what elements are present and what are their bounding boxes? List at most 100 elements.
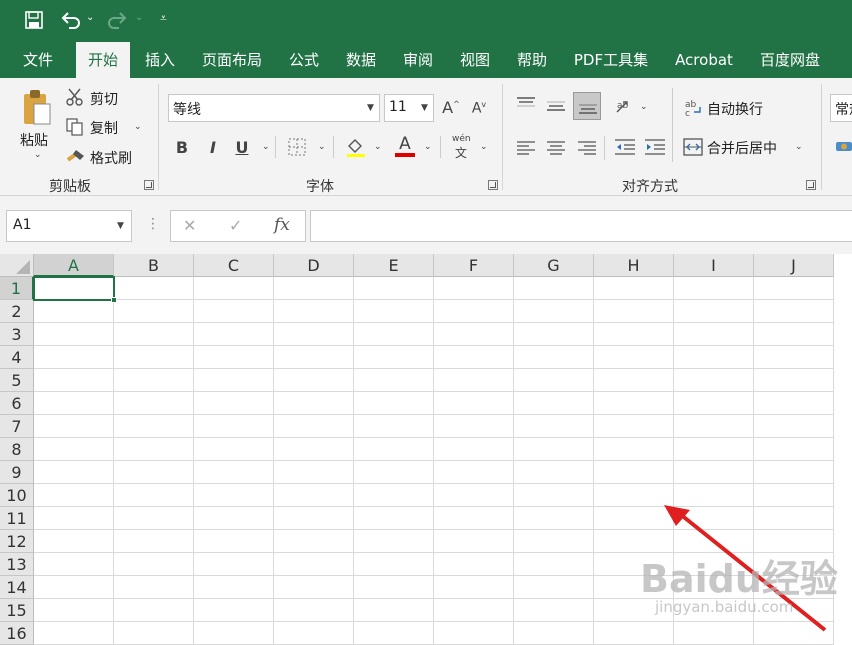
cell[interactable]	[34, 553, 114, 576]
row-header[interactable]: 8	[0, 438, 34, 461]
merge-dropdown-icon[interactable]: ⌄	[795, 142, 803, 152]
active-cell[interactable]	[33, 276, 115, 301]
cell[interactable]	[674, 323, 754, 346]
cell[interactable]	[674, 392, 754, 415]
paste-button[interactable]: 粘贴 ⌄	[10, 86, 60, 166]
cell[interactable]	[754, 277, 834, 300]
cell[interactable]	[514, 323, 594, 346]
row-header[interactable]: 15	[0, 599, 34, 622]
select-all-button[interactable]	[0, 254, 34, 277]
fill-color-icon[interactable]	[345, 136, 367, 158]
cell[interactable]	[194, 599, 274, 622]
align-bottom-button[interactable]	[573, 92, 601, 120]
orientation-dropdown-icon[interactable]: ⌄	[640, 102, 648, 112]
cancel-icon[interactable]: ✕	[183, 216, 196, 235]
row-header[interactable]: 4	[0, 346, 34, 369]
cell[interactable]	[114, 484, 194, 507]
cell[interactable]	[194, 277, 274, 300]
cell[interactable]	[354, 438, 434, 461]
cell[interactable]	[354, 392, 434, 415]
column-header[interactable]: E	[354, 254, 434, 277]
cell[interactable]	[754, 484, 834, 507]
tab-formulas[interactable]: 公式	[280, 42, 328, 78]
cell[interactable]	[674, 507, 754, 530]
cell[interactable]	[594, 369, 674, 392]
row-header[interactable]: 11	[0, 507, 34, 530]
cell[interactable]	[114, 277, 194, 300]
row-header[interactable]: 10	[0, 484, 34, 507]
cell[interactable]	[274, 415, 354, 438]
cell[interactable]	[114, 392, 194, 415]
cell[interactable]	[274, 438, 354, 461]
row-header[interactable]: 14	[0, 576, 34, 599]
cell[interactable]	[354, 553, 434, 576]
enter-icon[interactable]: ✓	[229, 216, 242, 235]
cell[interactable]	[514, 392, 594, 415]
row-header[interactable]: 1	[0, 277, 34, 300]
align-right-icon[interactable]	[577, 140, 597, 156]
row-header[interactable]: 7	[0, 415, 34, 438]
cell[interactable]	[754, 369, 834, 392]
cell[interactable]	[514, 461, 594, 484]
cell[interactable]	[594, 277, 674, 300]
underline-dropdown-icon[interactable]: ⌄	[262, 142, 270, 152]
cell[interactable]	[674, 346, 754, 369]
cell[interactable]	[114, 346, 194, 369]
cell[interactable]	[274, 599, 354, 622]
cell[interactable]	[34, 622, 114, 645]
cell[interactable]	[754, 622, 834, 645]
cell[interactable]	[354, 622, 434, 645]
paste-dropdown-icon[interactable]: ⌄	[34, 150, 42, 160]
cell[interactable]	[514, 438, 594, 461]
cell[interactable]	[34, 346, 114, 369]
cell[interactable]	[594, 507, 674, 530]
insert-function-icon[interactable]: fx	[274, 215, 290, 235]
cell[interactable]	[754, 392, 834, 415]
cell[interactable]	[274, 507, 354, 530]
cell[interactable]	[114, 369, 194, 392]
cell[interactable]	[114, 461, 194, 484]
column-header[interactable]: H	[594, 254, 674, 277]
cell[interactable]	[194, 461, 274, 484]
column-header[interactable]: B	[114, 254, 194, 277]
tab-view[interactable]: 视图	[451, 42, 499, 78]
cell[interactable]	[434, 507, 514, 530]
cell[interactable]	[754, 300, 834, 323]
cell[interactable]	[114, 576, 194, 599]
tab-pdf-tools[interactable]: PDF工具集	[566, 42, 656, 78]
cell[interactable]	[514, 530, 594, 553]
tab-help[interactable]: 帮助	[508, 42, 556, 78]
cell[interactable]	[34, 438, 114, 461]
cell[interactable]	[434, 392, 514, 415]
cell[interactable]	[354, 484, 434, 507]
number-format-select[interactable]: 常规	[830, 94, 852, 122]
clipboard-launcher-icon[interactable]	[144, 180, 154, 190]
orientation-icon[interactable]: ab	[614, 96, 636, 116]
tab-data[interactable]: 数据	[337, 42, 385, 78]
cell[interactable]	[274, 622, 354, 645]
cell[interactable]	[194, 507, 274, 530]
copy-dropdown-icon[interactable]: ⌄	[134, 122, 142, 132]
cell[interactable]	[594, 346, 674, 369]
cell[interactable]	[194, 415, 274, 438]
cell[interactable]	[434, 622, 514, 645]
cell[interactable]	[434, 553, 514, 576]
italic-button[interactable]: I	[205, 138, 221, 157]
column-header[interactable]: G	[514, 254, 594, 277]
wrap-text-button[interactable]: 自动换行	[707, 99, 763, 119]
cell[interactable]	[194, 438, 274, 461]
cell[interactable]	[514, 507, 594, 530]
cell[interactable]	[434, 300, 514, 323]
border-icon[interactable]	[288, 138, 306, 156]
cell[interactable]	[674, 415, 754, 438]
tab-home[interactable]: 开始	[76, 42, 130, 78]
cell[interactable]	[514, 622, 594, 645]
cell[interactable]	[34, 530, 114, 553]
cell[interactable]	[34, 300, 114, 323]
cell[interactable]	[514, 300, 594, 323]
cell[interactable]	[114, 599, 194, 622]
cell[interactable]	[354, 323, 434, 346]
cell[interactable]	[114, 438, 194, 461]
cell[interactable]	[594, 461, 674, 484]
cell[interactable]	[354, 530, 434, 553]
